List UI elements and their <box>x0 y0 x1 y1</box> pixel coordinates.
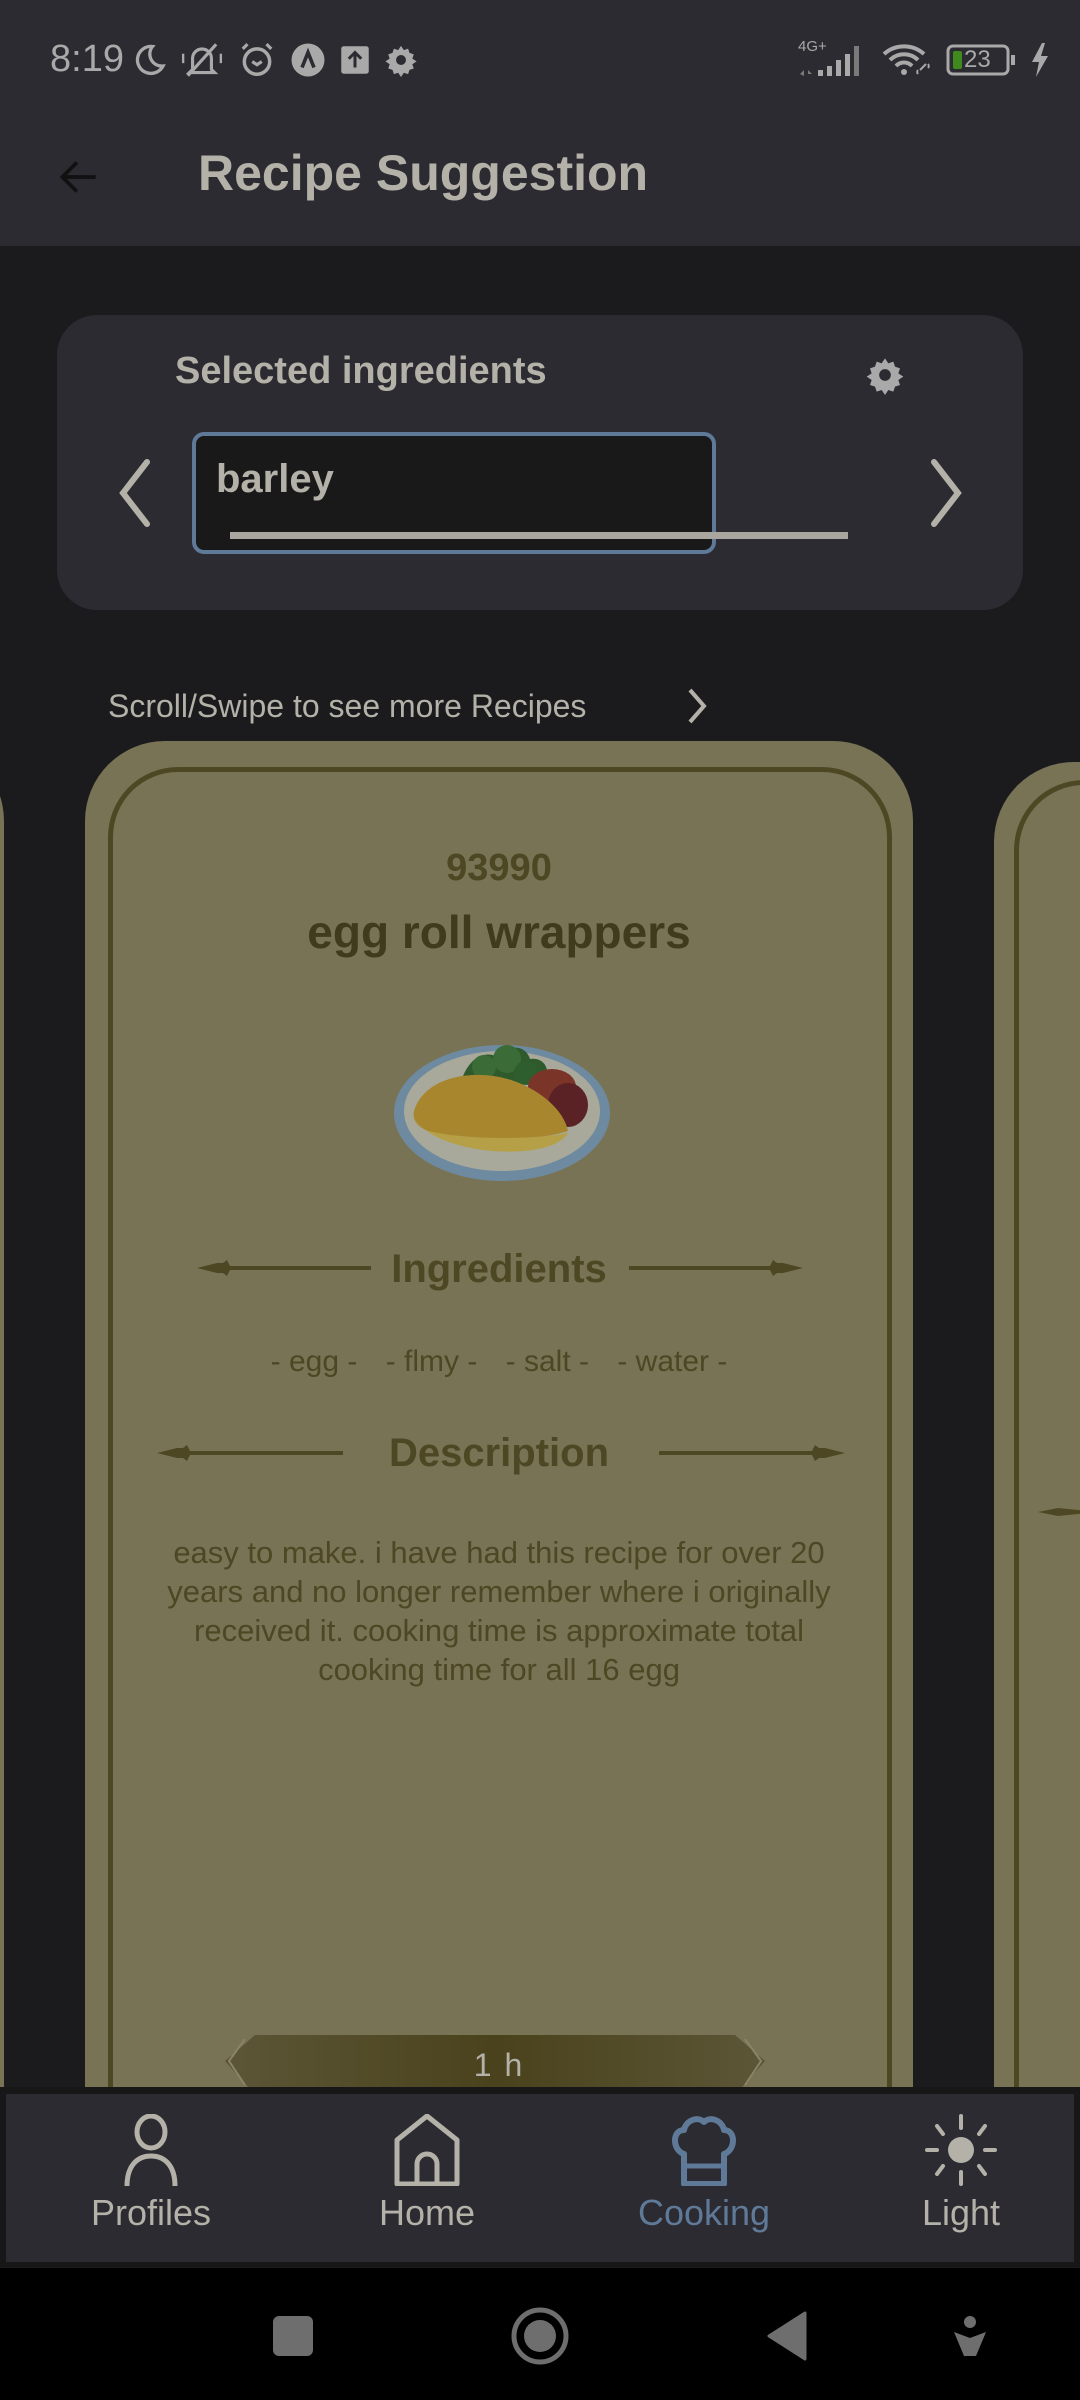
next-ingredient-button[interactable] <box>923 453 969 533</box>
ingredient-input[interactable] <box>216 454 686 504</box>
back-button[interactable] <box>46 144 112 210</box>
recents-button[interactable] <box>263 2306 323 2366</box>
ornament-right-icon <box>659 1445 845 1461</box>
triangle-back-icon <box>767 2311 807 2361</box>
ingredient-field[interactable] <box>192 432 848 554</box>
wifi-icon <box>882 42 934 78</box>
system-nav-bar <box>0 2268 1080 2400</box>
ornament-left-icon <box>1038 1508 1080 1516</box>
notification-icons <box>130 40 418 80</box>
gear-icon <box>866 358 904 395</box>
accessibility-icon <box>954 2316 986 2356</box>
upload-icon <box>340 45 370 75</box>
battery-level: 23 <box>964 46 991 73</box>
nav-label: Home <box>378 2192 476 2233</box>
person-icon <box>111 2114 191 2186</box>
nav-label: Profiles <box>90 2192 212 2233</box>
signal-icon: 4G+ <box>798 38 870 80</box>
chef-hat-icon <box>664 2114 744 2186</box>
selected-ingredients-panel: Selected ingredients <box>57 315 1023 610</box>
ornament-left-icon <box>197 1260 371 1276</box>
ornament-left-icon <box>157 1445 343 1461</box>
page-title: Recipe Suggestion <box>198 145 649 201</box>
accessibility-button[interactable] <box>940 2306 1000 2366</box>
recipe-card[interactable]: 93990 egg roll wrappers Ingredients - eg… <box>85 741 913 2101</box>
previous-ingredient-button[interactable] <box>112 453 158 533</box>
arrow-left-icon <box>59 161 96 193</box>
nav-profiles[interactable]: Profiles <box>66 2094 236 2262</box>
chevron-right-icon <box>688 688 707 724</box>
alarm-icon <box>238 41 276 79</box>
ingredient-item: - salt - <box>505 1345 590 1378</box>
home-button[interactable] <box>510 2306 570 2366</box>
card-border <box>1014 780 1080 2102</box>
recipe-description: easy to make. i have had this recipe for… <box>167 1535 831 1687</box>
charging-icon <box>1030 42 1050 78</box>
more-recipes-button[interactable] <box>682 686 712 726</box>
nav-light[interactable]: Light <box>876 2094 1046 2262</box>
bottom-nav: Profiles Home Cooking Light <box>6 2094 1074 2262</box>
nav-label: Cooking <box>637 2192 771 2233</box>
omelette-plate-image <box>392 1021 612 1191</box>
nav-home[interactable]: Home <box>342 2094 512 2262</box>
ornament-right-icon <box>629 1260 803 1276</box>
ingredient-list: - egg - - flmy - - salt - - water - <box>85 1345 913 1379</box>
back-button-system[interactable] <box>757 2306 817 2366</box>
cooking-time: 1 h <box>473 2047 525 2083</box>
status-bar: 8:19 4G+ 23 <box>0 0 1080 120</box>
app-a-icon <box>290 42 326 78</box>
square-icon <box>273 2316 313 2356</box>
ingredient-settings-button[interactable] <box>865 355 905 395</box>
sun-icon <box>921 2114 1001 2186</box>
chevron-left-icon <box>119 459 150 527</box>
input-underline <box>230 532 848 539</box>
ingredient-item: - water - <box>617 1345 728 1378</box>
next-recipe-card[interactable] <box>994 762 1080 2102</box>
ingredient-item: - egg - <box>270 1345 358 1378</box>
circle-icon <box>511 2307 569 2365</box>
app-bar: Recipe Suggestion <box>0 120 1080 246</box>
bell-off-icon <box>180 41 224 79</box>
moon-icon <box>130 42 166 78</box>
recipe-id: 93990 <box>446 847 552 889</box>
nav-cooking[interactable]: Cooking <box>614 2094 794 2262</box>
gear-icon <box>384 43 418 77</box>
nav-label: Light <box>921 2192 1001 2233</box>
status-time: 8:19 <box>50 38 124 80</box>
battery-icon: 23 <box>946 44 1018 76</box>
ingredient-item: - flmy - <box>385 1345 478 1378</box>
previous-recipe-card[interactable] <box>0 741 4 2091</box>
system-status-icons: 4G+ 23 <box>798 38 1050 80</box>
chevron-right-icon <box>931 459 962 527</box>
selected-ingredients-label: Selected ingredients <box>175 350 547 392</box>
scroll-hint: Scroll/Swipe to see more Recipes <box>108 688 587 724</box>
home-icon <box>387 2114 467 2186</box>
recipe-title: egg roll wrappers <box>307 906 691 958</box>
